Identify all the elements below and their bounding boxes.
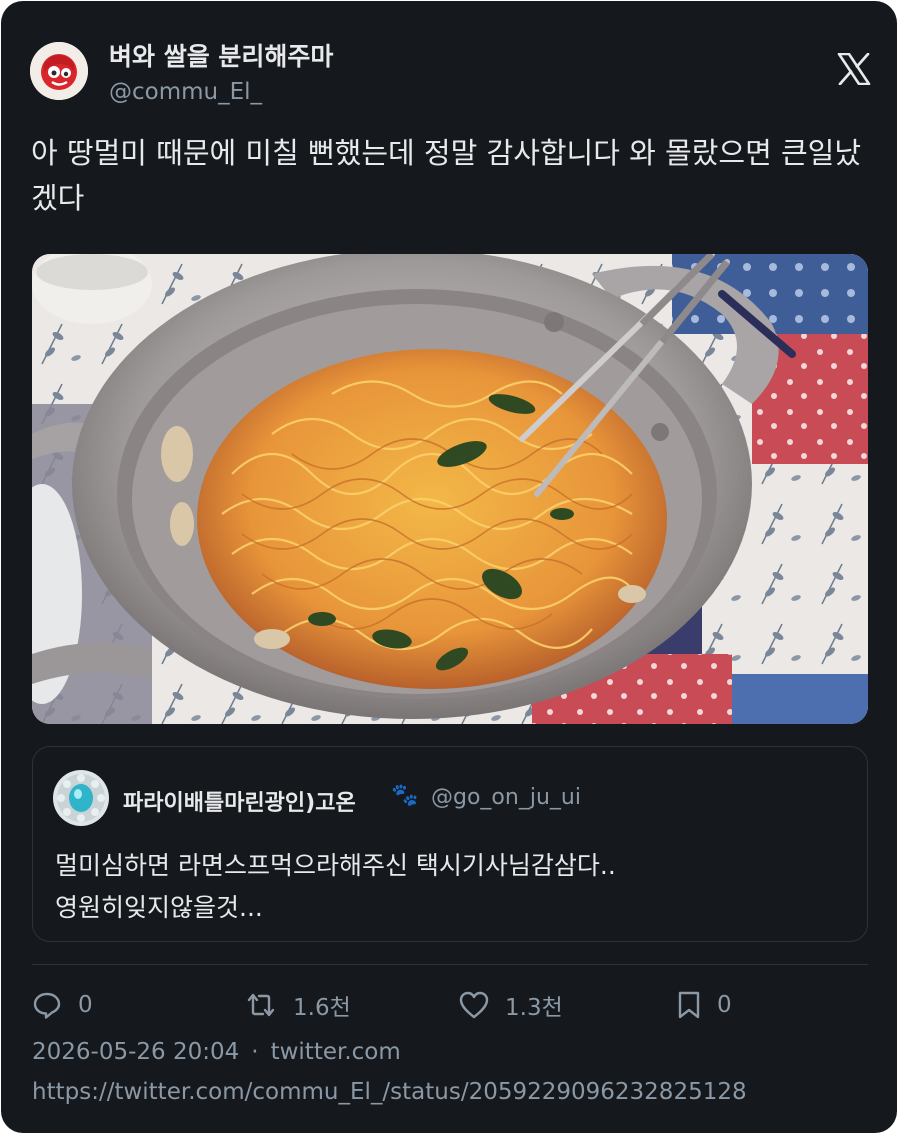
bookmark-button[interactable]: 0 <box>677 985 732 1025</box>
quoted-tweet-text: 멀미심하면 라면스프먹으라해주신 택시기사님감삼다.. 영원히잊지않을것... <box>55 845 845 929</box>
tweet-card: 벼와 쌀을 분리해주마 @commu_El_ 아 땅멀미 때문에 미칠 뻔했는데… <box>1 1 897 1133</box>
author-handle[interactable]: @commu_El_ <box>109 79 262 105</box>
tweet-photo[interactable] <box>32 254 868 724</box>
retweet-button[interactable]: 1.6천 <box>245 985 351 1025</box>
quoted-tweet-line: 영원히잊지않을것... <box>55 893 263 922</box>
quoted-author-avatar[interactable] <box>53 770 109 826</box>
author-display-name[interactable]: 벼와 쌀을 분리해주마 <box>109 37 333 73</box>
timestamp[interactable]: 2026-05-26 20:04 <box>32 1039 239 1065</box>
retweet-count: 1.6천 <box>293 995 351 1021</box>
x-logo-icon[interactable] <box>837 52 871 86</box>
tweet-url[interactable]: https://twitter.com/commu_El_/status/205… <box>32 1079 747 1105</box>
tweet-text: 아 땅멀미 때문에 미칠 뻔했는데 정말 감사합니다 와 몰랐으면 큰일났겠다 <box>31 136 862 215</box>
quoted-tweet[interactable]: 파라이배틀마린광인)고온 🐾 @go_on_ju_ui 멀미심하면 라면스프먹으… <box>32 746 868 942</box>
divider <box>32 964 868 965</box>
separator: · <box>251 1039 259 1065</box>
tweet-meta: 2026-05-26 20:04 · twitter.com <box>32 1039 401 1065</box>
heart-icon <box>459 991 489 1019</box>
retweet-icon <box>247 993 275 1017</box>
paw-emoji: 🐾 <box>391 783 419 808</box>
quoted-tweet-line: 멀미심하면 라면스프먹으라해주신 택시기사님감삼다.. <box>55 851 616 880</box>
reply-button[interactable]: 0 <box>32 985 93 1025</box>
reply-icon <box>33 992 61 1019</box>
like-button[interactable]: 1.3천 <box>459 985 563 1025</box>
quoted-author-display-name[interactable]: 파라이배틀마린광인)고온 <box>123 785 356 817</box>
bookmark-icon <box>678 991 700 1019</box>
quoted-author-handle[interactable]: @go_on_ju_ui <box>431 785 581 810</box>
reply-count: 0 <box>78 992 93 1018</box>
like-count: 1.3천 <box>505 995 563 1021</box>
source[interactable]: twitter.com <box>271 1039 401 1065</box>
author-avatar[interactable] <box>30 42 88 100</box>
bookmark-count: 0 <box>717 992 732 1018</box>
